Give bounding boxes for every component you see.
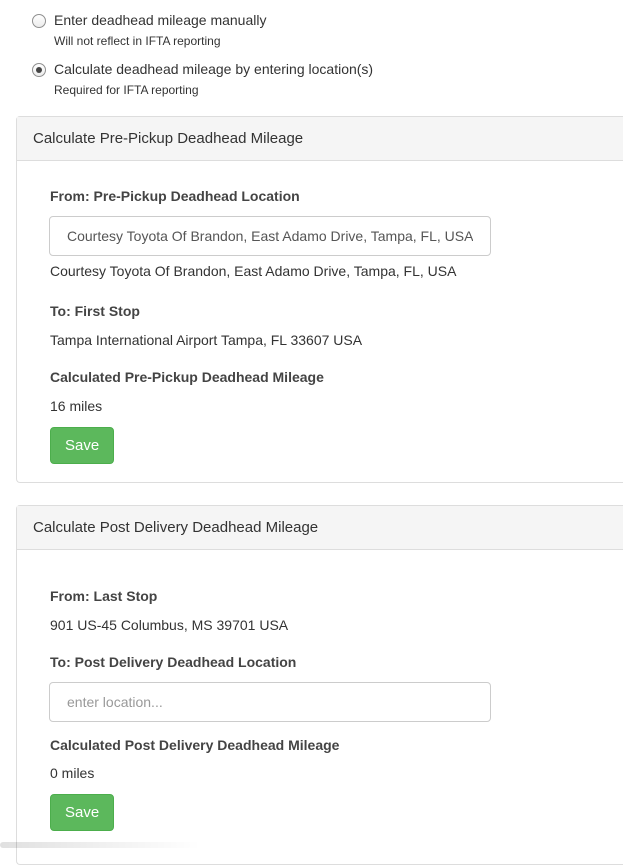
post-delivery-panel-title: Calculate Post Delivery Deadhead Mileage [33,519,319,536]
calculate-mileage-label[interactable]: Calculate deadhead mileage by entering l… [54,59,373,79]
pre-pickup-to-label: To: First Stop [50,303,140,319]
pre-pickup-panel-title: Calculate Pre-Pickup Deadhead Mileage [33,130,304,147]
pre-pickup-from-label: From: Pre-Pickup Deadhead Location [50,188,300,204]
pre-pickup-panel: Calculate Pre-Pickup Deadhead Mileage Fr… [16,116,623,483]
post-delivery-panel: Calculate Post Delivery Deadhead Mileage… [16,505,623,865]
pre-pickup-first-stop: Tampa International Airport Tampa, FL 33… [50,332,363,348]
post-delivery-save-button[interactable]: Save [50,794,115,831]
pre-pickup-calc-value: 16 miles [50,398,103,414]
pre-pickup-calc-label: Calculated Pre-Pickup Deadhead Mileage [50,369,324,385]
manual-mileage-label[interactable]: Enter deadhead mileage manually [54,10,266,30]
post-delivery-to-label: To: Post Delivery Deadhead Location [50,654,297,670]
pre-pickup-resolved-location: Courtesy Toyota Of Brandon, East Adamo D… [50,263,457,279]
scroll-shadow [0,842,200,848]
manual-mileage-option[interactable]: Enter deadhead mileage manually Will not… [32,10,266,50]
post-delivery-panel-heading: Calculate Post Delivery Deadhead Mileage [17,506,623,550]
calculate-mileage-help: Required for IFTA reporting [54,83,199,97]
calculate-mileage-radio[interactable] [32,63,46,77]
post-delivery-calc-label: Calculated Post Delivery Deadhead Mileag… [50,737,340,753]
calculate-mileage-option[interactable]: Calculate deadhead mileage by entering l… [32,59,373,99]
pre-pickup-location-input[interactable] [49,216,491,256]
manual-mileage-help: Will not reflect in IFTA reporting [54,34,221,48]
post-delivery-calc-value: 0 miles [50,765,95,781]
post-delivery-location-input[interactable] [49,682,491,722]
manual-mileage-radio[interactable] [32,14,46,28]
post-delivery-last-stop: 901 US-45 Columbus, MS 39701 USA [50,617,289,633]
pre-pickup-save-button[interactable]: Save [50,427,115,464]
calculate-mileage-text: Calculate deadhead mileage by entering l… [54,59,373,99]
post-delivery-from-label: From: Last Stop [50,588,158,604]
pre-pickup-panel-heading: Calculate Pre-Pickup Deadhead Mileage [17,117,623,161]
manual-mileage-text: Enter deadhead mileage manually Will not… [54,10,266,50]
